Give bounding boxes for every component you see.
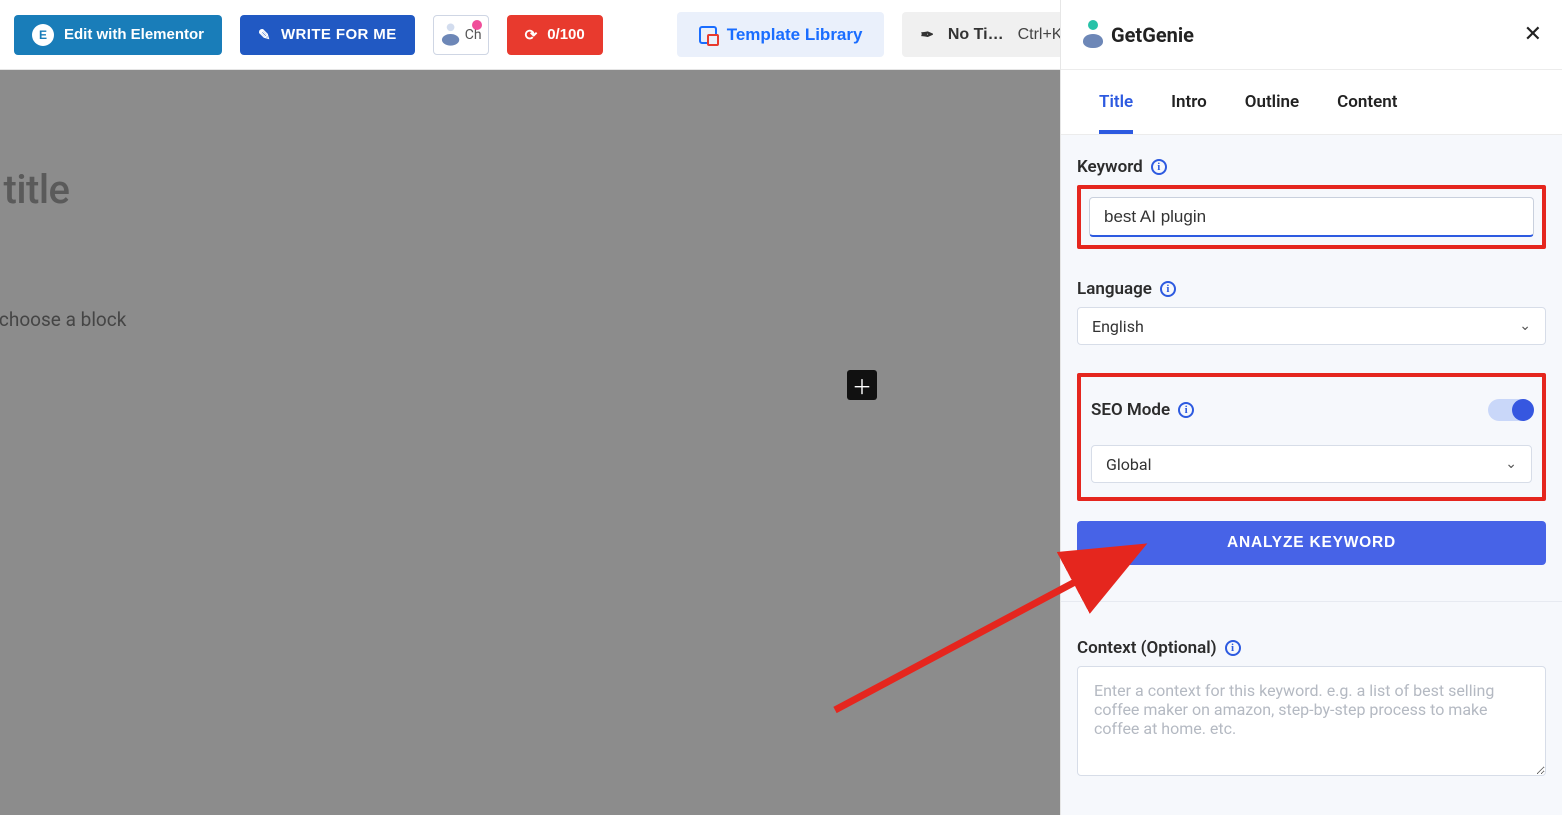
panel-tabs: Title Intro Outline Content (1061, 70, 1562, 135)
analyze-keyword-button[interactable]: ANALYZE KEYWORD (1077, 521, 1546, 565)
score-button[interactable]: ⟳ 0/100 (507, 15, 603, 55)
template-library-button[interactable]: Template Library (677, 12, 885, 57)
seo-mode-label: SEO Mode (1091, 400, 1170, 420)
pen-icon: ✒ (920, 25, 933, 45)
gauge-icon: ⟳ (525, 26, 538, 44)
elementor-label: Edit with Elementor (64, 26, 204, 43)
language-select[interactable]: English ⌄ (1077, 307, 1546, 345)
genie-small-icon (440, 22, 461, 48)
context-label-row: Context (Optional) i (1077, 638, 1546, 658)
info-icon[interactable]: i (1151, 159, 1167, 175)
score-label: 0/100 (547, 26, 585, 43)
shortcut-label: Ctrl+K (1018, 26, 1063, 44)
quill-icon: ✎ (258, 26, 271, 44)
template-label: Template Library (727, 25, 863, 45)
editor-canvas: dd title e / to choose a block ＋ (0, 70, 1060, 815)
block-hint-text: e / to choose a block (0, 308, 1060, 331)
template-library-icon (699, 26, 717, 44)
write-for-me-button[interactable]: ✎ WRITE FOR ME (240, 15, 415, 55)
getgenie-panel: GetGenie ✕ Title Intro Outline Content K… (1060, 0, 1562, 815)
close-icon[interactable]: ✕ (1524, 22, 1542, 47)
elementor-icon: E (32, 24, 54, 46)
toggle-knob (1512, 399, 1534, 421)
genie-chip-button[interactable]: Ch (433, 15, 489, 55)
seo-scope-select[interactable]: Global ⌄ (1091, 445, 1532, 483)
tab-title[interactable]: Title (1099, 84, 1133, 134)
seo-header-row: SEO Mode i (1091, 399, 1532, 421)
tab-intro[interactable]: Intro (1171, 84, 1207, 134)
language-value: English (1092, 317, 1144, 336)
sparkle-icon (472, 20, 482, 30)
plus-icon: ＋ (852, 371, 872, 400)
edit-with-elementor-button[interactable]: E Edit with Elementor (14, 15, 222, 55)
language-label: Language (1077, 279, 1152, 299)
context-textarea[interactable] (1077, 666, 1546, 776)
getgenie-icon (1081, 22, 1105, 48)
tab-outline[interactable]: Outline (1245, 84, 1299, 134)
write-label: WRITE FOR ME (281, 26, 397, 43)
keyword-input[interactable] (1089, 197, 1534, 237)
info-icon[interactable]: i (1225, 640, 1241, 656)
keyword-label: Keyword (1077, 157, 1143, 177)
brand-text: GetGenie (1111, 23, 1194, 47)
post-title-input[interactable]: dd title (0, 166, 1060, 213)
notitle-label: No Ti… (948, 26, 1004, 44)
seo-scope-value: Global (1106, 455, 1152, 474)
section-divider (1061, 601, 1562, 602)
keyword-label-row: Keyword i (1077, 157, 1546, 177)
seo-mode-toggle[interactable] (1488, 399, 1532, 421)
no-title-search-button[interactable]: ✒ No Ti… Ctrl+K (902, 12, 1080, 57)
language-label-row: Language i (1077, 279, 1546, 299)
tab-content[interactable]: Content (1337, 84, 1397, 134)
panel-brand: GetGenie (1081, 22, 1194, 48)
info-icon[interactable]: i (1160, 281, 1176, 297)
add-block-button[interactable]: ＋ (847, 370, 877, 400)
panel-header: GetGenie ✕ (1061, 0, 1562, 70)
keyword-highlight-box (1077, 185, 1546, 249)
panel-body: Keyword i Language i English ⌄ SEO Mode … (1061, 135, 1562, 815)
chevron-down-icon: ⌄ (1519, 318, 1531, 334)
info-icon[interactable]: i (1178, 402, 1194, 418)
seo-highlight-box: SEO Mode i Global ⌄ (1077, 373, 1546, 501)
context-label: Context (Optional) (1077, 638, 1217, 658)
chevron-down-icon: ⌄ (1505, 456, 1517, 472)
